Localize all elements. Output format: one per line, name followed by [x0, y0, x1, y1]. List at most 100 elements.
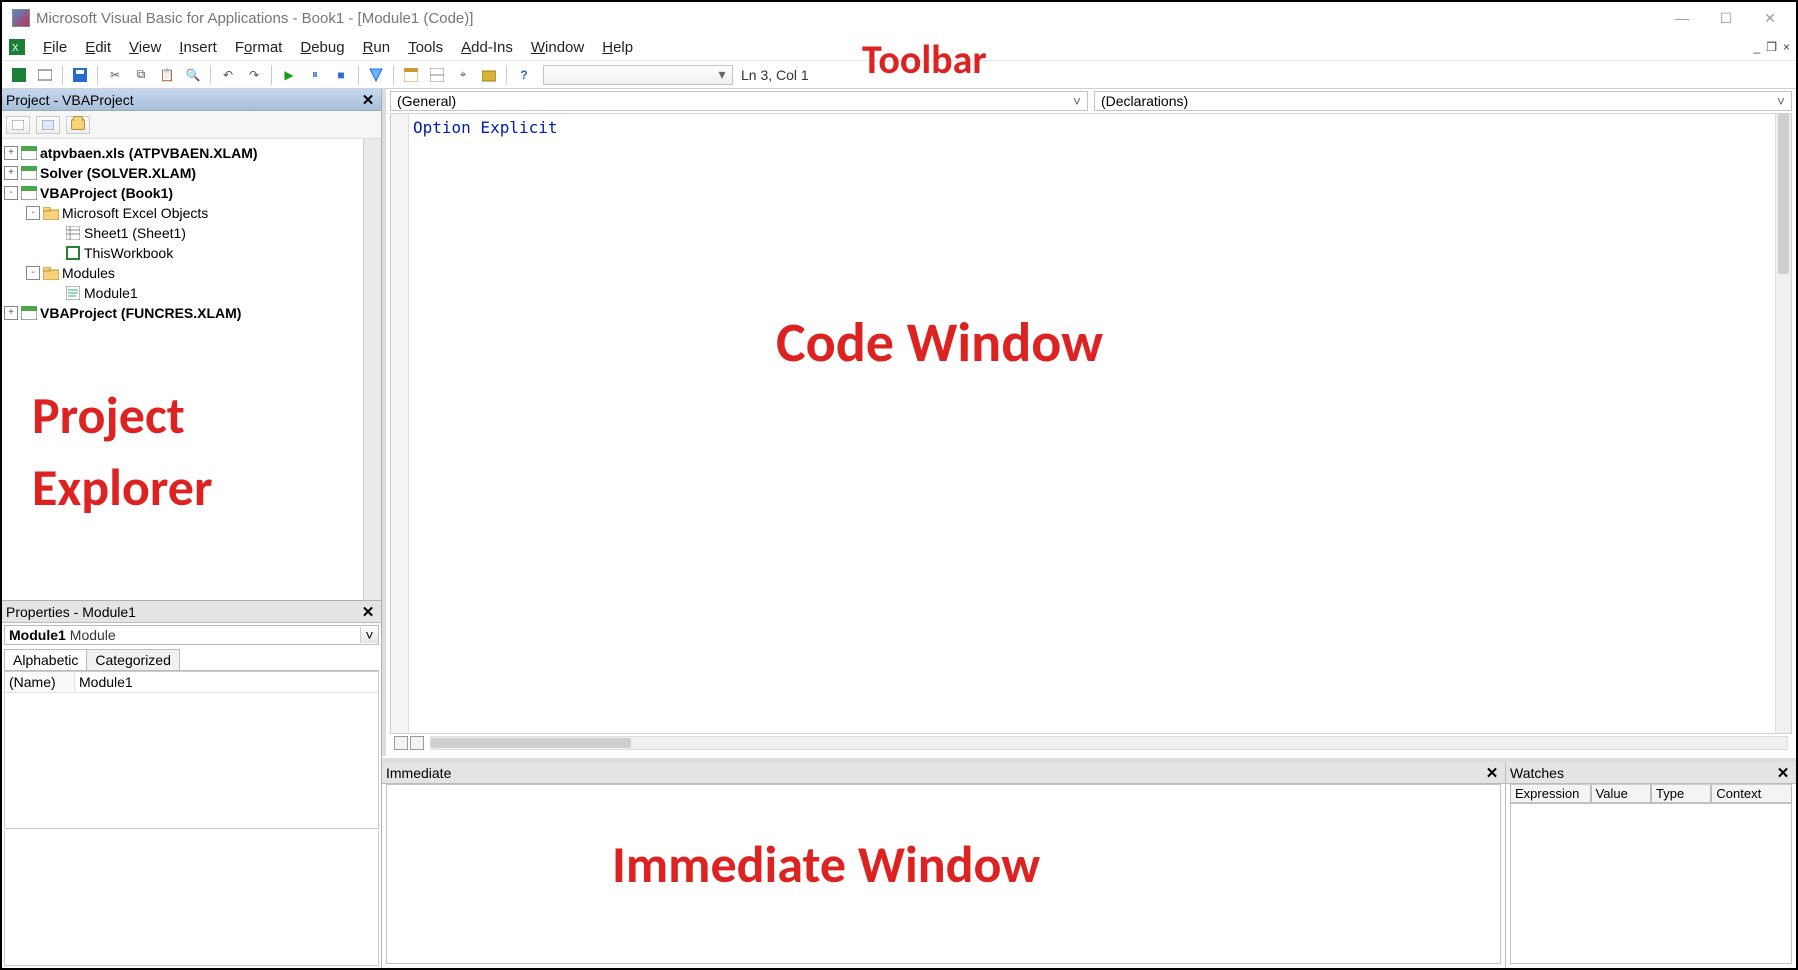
tree-node-label: VBAProject (Book1) — [40, 183, 173, 203]
prop-name-value[interactable]: Module1 — [75, 672, 137, 692]
mdi-close-button[interactable]: × — [1783, 40, 1790, 54]
cursor-position-status: Ln 3, Col 1 — [741, 67, 809, 83]
insert-module-dropdown-icon[interactable] — [35, 65, 55, 85]
tree-node-label: VBAProject (FUNCRES.XLAM) — [40, 303, 241, 323]
full-module-view-button[interactable] — [410, 736, 424, 750]
run-icon[interactable]: ▶ — [279, 65, 299, 85]
menu-tools[interactable]: Tools — [403, 37, 448, 58]
toolbar: ✂ ⧉ 📋 🔍 ↶ ↷ ▶ ⏸ ■ ⌖ ? ▾ Ln 3, Col 1 Tool… — [2, 60, 1796, 88]
tab-categorized[interactable]: Categorized — [86, 649, 180, 670]
object-browser-icon[interactable]: ⌖ — [453, 65, 473, 85]
menu-view[interactable]: View — [124, 37, 166, 58]
code-text: Option Explicit — [413, 118, 558, 137]
immediate-input[interactable] — [386, 784, 1501, 964]
properties-pane: Properties - Module1 ✕ Module1 Module ˅ … — [2, 600, 381, 968]
code-object-dropdown[interactable]: (General)˅ — [390, 91, 1088, 111]
tree-toggle[interactable]: + — [4, 146, 18, 160]
sheet-icon — [64, 225, 82, 241]
properties-window-icon[interactable] — [427, 65, 447, 85]
code-editor[interactable]: Option Explicit — [390, 113, 1792, 734]
watches-col-context[interactable]: Context — [1711, 785, 1792, 803]
break-icon[interactable]: ⏸ — [305, 65, 325, 85]
watches-col-type[interactable]: Type — [1651, 785, 1711, 803]
properties-title: Properties - Module1 ✕ — [2, 601, 381, 623]
code-vertical-scrollbar[interactable] — [1775, 114, 1791, 733]
menu-edit[interactable]: Edit — [80, 37, 116, 58]
tree-node[interactable]: ThisWorkbook — [4, 243, 361, 263]
tree-node[interactable]: + Solver (SOLVER.XLAM) — [4, 163, 361, 183]
minimize-button[interactable]: — — [1660, 6, 1704, 30]
mod-icon — [64, 285, 82, 301]
project-explorer-toolbar — [2, 111, 381, 139]
tree-node[interactable]: + VBAProject (FUNCRES.XLAM) — [4, 303, 361, 323]
immediate-close-button[interactable]: ✕ — [1483, 764, 1501, 782]
watches-close-button[interactable]: ✕ — [1774, 764, 1792, 782]
tree-toggle[interactable]: + — [4, 306, 18, 320]
help-icon[interactable]: ? — [514, 65, 534, 85]
toolbox-icon[interactable] — [479, 65, 499, 85]
tree-scrollbar[interactable] — [363, 139, 381, 600]
tree-node-label: Sheet1 (Sheet1) — [84, 223, 186, 243]
mdi-restore-button[interactable]: ❐ — [1766, 40, 1777, 54]
code-horizontal-scrollbar[interactable] — [430, 736, 1788, 750]
paste-icon[interactable]: 📋 — [157, 65, 177, 85]
menu-addins[interactable]: Add-Ins — [456, 37, 518, 58]
properties-close-button[interactable]: ✕ — [359, 603, 377, 621]
view-code-icon[interactable] — [6, 116, 30, 134]
titlebar: Microsoft Visual Basic for Applications … — [2, 2, 1796, 34]
code-procedure-dropdown[interactable]: (Declarations)˅ — [1094, 91, 1792, 111]
properties-grid[interactable]: (Name) Module1 — [4, 671, 379, 829]
watches-col-value[interactable]: Value — [1591, 785, 1651, 803]
mdi-minimize-button[interactable]: _ — [1754, 40, 1761, 54]
menu-insert[interactable]: Insert — [174, 37, 222, 58]
tree-toggle[interactable]: - — [26, 206, 40, 220]
menu-help[interactable]: Help — [597, 37, 638, 58]
toolbar-object-dropdown[interactable]: ▾ — [543, 65, 733, 85]
tree-toggle[interactable]: + — [4, 166, 18, 180]
tree-node-label: Solver (SOLVER.XLAM) — [40, 163, 196, 183]
tree-node-label: atpvbaen.xls (ATPVBAEN.XLAM) — [40, 143, 258, 163]
project-explorer-title: Project - VBAProject ✕ — [2, 89, 381, 111]
proj-icon — [20, 145, 38, 161]
redo-icon[interactable]: ↷ — [244, 65, 264, 85]
tab-alphabetic[interactable]: Alphabetic — [4, 649, 87, 670]
reset-icon[interactable]: ■ — [331, 65, 351, 85]
tree-node[interactable]: Sheet1 (Sheet1) — [4, 223, 361, 243]
copy-icon[interactable]: ⧉ — [131, 65, 151, 85]
tree-node-label: ThisWorkbook — [84, 243, 173, 263]
project-explorer-close-button[interactable]: ✕ — [359, 91, 377, 109]
view-object-icon[interactable] — [36, 116, 60, 134]
watches-col-expression[interactable]: Expression — [1510, 785, 1591, 803]
tree-node[interactable]: - VBAProject (Book1) — [4, 183, 361, 203]
menu-file[interactable]: File — [38, 37, 72, 58]
left-column: Project - VBAProject ✕ + atpvbaen.xls (AT… — [2, 89, 382, 968]
find-icon[interactable]: 🔍 — [183, 65, 203, 85]
menu-format[interactable]: Format — [230, 37, 288, 58]
tree-node[interactable]: Module1 — [4, 283, 361, 303]
properties-object-selector[interactable]: Module1 Module ˅ — [4, 625, 379, 645]
maximize-button[interactable]: ☐ — [1704, 6, 1748, 30]
procedure-view-button[interactable] — [394, 736, 408, 750]
proj-icon — [20, 185, 38, 201]
project-tree[interactable]: + atpvbaen.xls (ATPVBAEN.XLAM) + Solver (SO… — [2, 139, 363, 600]
watches-body[interactable] — [1510, 803, 1792, 964]
design-mode-icon[interactable] — [366, 65, 386, 85]
tree-node[interactable]: -Microsoft Excel Objects — [4, 203, 361, 223]
cut-icon[interactable]: ✂ — [105, 65, 125, 85]
tree-toggle[interactable]: - — [4, 186, 18, 200]
project-explorer-icon[interactable] — [401, 65, 421, 85]
menu-run[interactable]: Run — [358, 37, 396, 58]
toggle-folders-icon[interactable] — [66, 116, 90, 134]
tree-node[interactable]: -Modules — [4, 263, 361, 283]
tree-toggle[interactable]: - — [26, 266, 40, 280]
undo-icon[interactable]: ↶ — [218, 65, 238, 85]
tree-node[interactable]: + atpvbaen.xls (ATPVBAEN.XLAM) — [4, 143, 361, 163]
code-window: (General)˅ (Declarations)˅ Option Explic… — [382, 89, 1796, 756]
excel-icon[interactable]: X — [8, 38, 26, 56]
view-excel-icon[interactable] — [9, 65, 29, 85]
save-icon[interactable] — [70, 65, 90, 85]
close-button[interactable]: ✕ — [1748, 6, 1792, 30]
right-column: (General)˅ (Declarations)˅ Option Explic… — [382, 89, 1796, 968]
menu-window[interactable]: Window — [526, 37, 589, 58]
menu-debug[interactable]: Debug — [295, 37, 349, 58]
